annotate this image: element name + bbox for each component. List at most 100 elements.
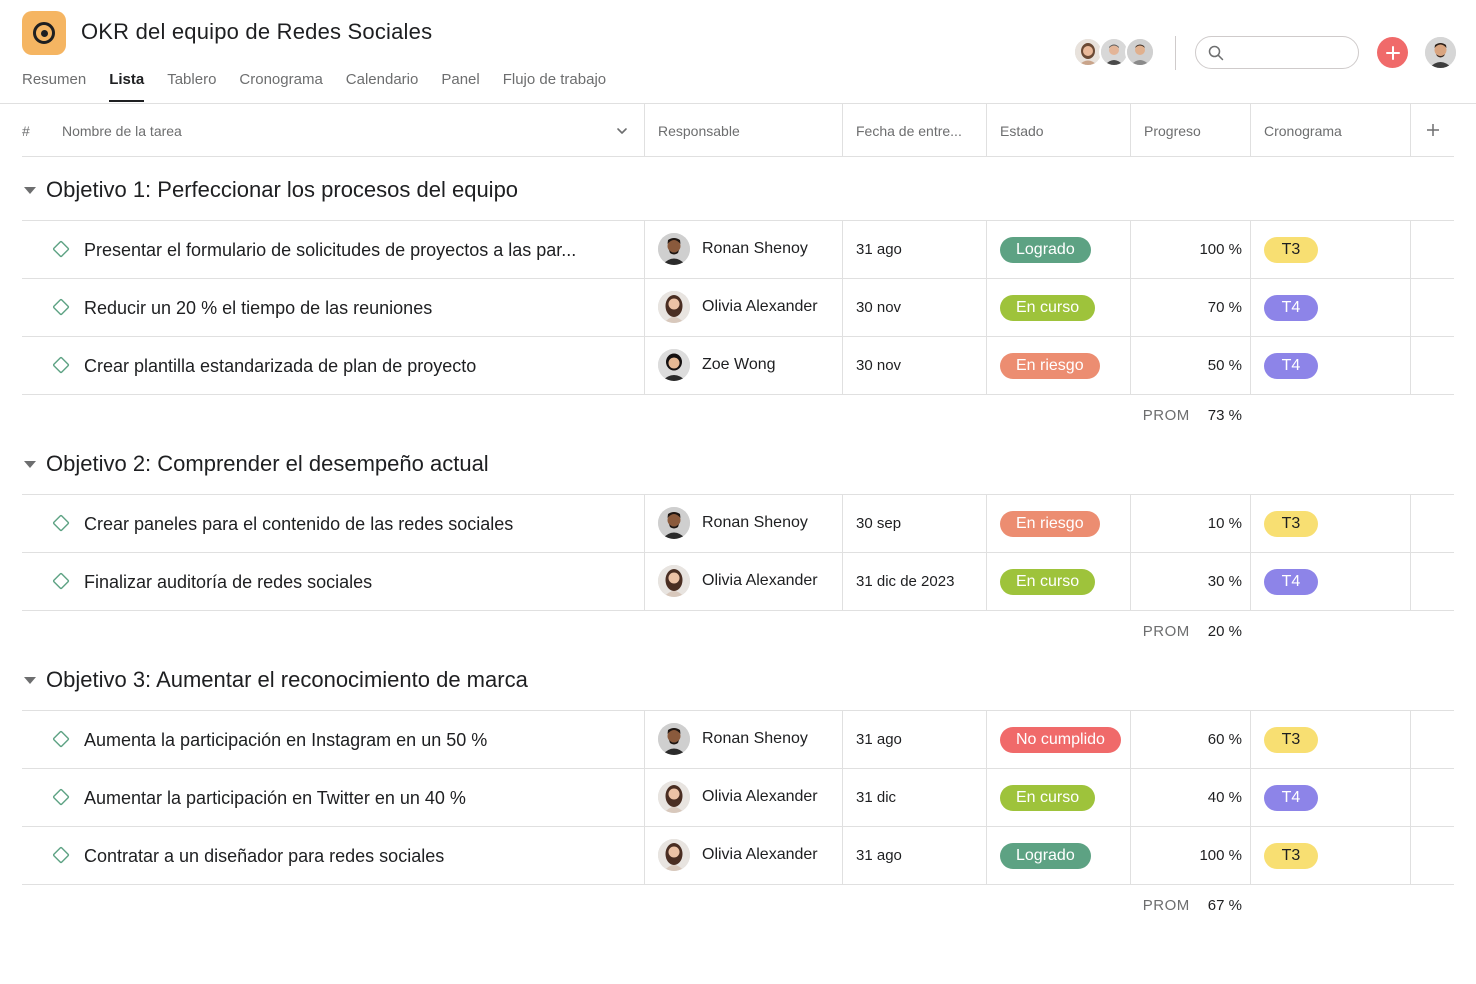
quarter-badge[interactable]: T3 [1264, 237, 1318, 263]
tab-lista[interactable]: Lista [109, 71, 145, 103]
task-row[interactable]: Presentar el formulario de solicitudes d… [22, 221, 1454, 279]
progress-value[interactable]: 10 % [1208, 495, 1242, 551]
average-value: 67 % [1207, 896, 1242, 914]
project-members[interactable] [1073, 37, 1155, 67]
caret-down-icon[interactable] [24, 676, 36, 684]
section-average: PROM 20 % [22, 611, 1242, 651]
target-icon[interactable] [22, 11, 66, 55]
progress-value[interactable]: 50 % [1208, 337, 1242, 393]
due-date[interactable]: 30 nov [856, 279, 901, 335]
status-badge[interactable]: Logrado [1000, 237, 1091, 263]
column-progress[interactable]: Progreso [1144, 104, 1201, 157]
column-timeline[interactable]: Cronograma [1264, 104, 1342, 157]
milestone-diamond-icon[interactable] [52, 730, 70, 748]
due-date[interactable]: 31 dic [856, 769, 896, 825]
status-badge[interactable]: Logrado [1000, 843, 1091, 869]
progress-value[interactable]: 60 % [1208, 711, 1242, 767]
status-badge[interactable]: En curso [1000, 569, 1096, 595]
assignee-name[interactable]: Olivia Alexander [702, 827, 818, 883]
assignee-name[interactable]: Ronan Shenoy [702, 495, 808, 551]
task-row[interactable]: Aumenta la participación en Instagram en… [22, 711, 1454, 769]
assignee-name[interactable]: Olivia Alexander [702, 553, 818, 609]
column-status[interactable]: Estado [1000, 104, 1044, 157]
status-badge[interactable]: En riesgo [1000, 511, 1100, 537]
section-header[interactable]: Objetivo 1: Perfeccionar los procesos de… [22, 170, 518, 210]
column-due-date[interactable]: Fecha de entre... [856, 104, 962, 157]
assignee-name[interactable]: Olivia Alexander [702, 279, 818, 335]
section-header[interactable]: Objetivo 3: Aumentar el reconocimiento d… [22, 660, 528, 700]
average-value: 73 % [1207, 406, 1242, 424]
progress-value[interactable]: 100 % [1199, 221, 1242, 277]
add-column-icon[interactable] [1424, 121, 1442, 139]
milestone-diamond-icon[interactable] [52, 572, 70, 590]
assignee-name[interactable]: Ronan Shenoy [702, 711, 808, 767]
assignee-name[interactable]: Ronan Shenoy [702, 221, 808, 277]
task-row[interactable]: Crear plantilla estandarizada de plan de… [22, 337, 1454, 395]
progress-value[interactable]: 40 % [1208, 769, 1242, 825]
column-assignee[interactable]: Responsable [658, 104, 740, 157]
task-name[interactable]: Presentar el formulario de solicitudes d… [84, 221, 576, 279]
quarter-badge[interactable]: T4 [1264, 353, 1318, 379]
task-row[interactable]: Contratar a un diseñador para redes soci… [22, 827, 1454, 885]
tab-flujo-de-trabajo[interactable]: Flujo de trabajo [503, 71, 606, 103]
quarter-badge[interactable]: T3 [1264, 843, 1318, 869]
milestone-diamond-icon[interactable] [52, 240, 70, 258]
quarter-badge[interactable]: T4 [1264, 295, 1318, 321]
quarter-badge[interactable]: T3 [1264, 511, 1318, 537]
due-date[interactable]: 31 ago [856, 711, 902, 767]
project-header: OKR del equipo de Redes Sociales Resumen… [0, 0, 1476, 104]
status-badge[interactable]: En riesgo [1000, 353, 1100, 379]
task-name[interactable]: Contratar a un diseñador para redes soci… [84, 827, 444, 885]
section-header[interactable]: Objetivo 2: Comprender el desempeño actu… [22, 444, 489, 484]
task-row[interactable]: Finalizar auditoría de redes sociales Oli… [22, 553, 1454, 611]
search-icon [1208, 45, 1224, 61]
milestone-diamond-icon[interactable] [52, 514, 70, 532]
status-badge[interactable]: En curso [1000, 785, 1096, 811]
task-name[interactable]: Crear plantilla estandarizada de plan de… [84, 337, 476, 395]
due-date[interactable]: 30 nov [856, 337, 901, 393]
milestone-diamond-icon[interactable] [52, 356, 70, 374]
progress-value[interactable]: 70 % [1208, 279, 1242, 335]
task-name[interactable]: Finalizar auditoría de redes sociales [84, 553, 372, 611]
due-date[interactable]: 31 dic de 2023 [856, 553, 954, 609]
column-divider [1130, 221, 1131, 279]
assignee-name[interactable]: Olivia Alexander [702, 769, 818, 825]
quarter-badge[interactable]: T4 [1264, 569, 1318, 595]
due-date[interactable]: 31 ago [856, 221, 902, 277]
tab-cronograma[interactable]: Cronograma [239, 71, 322, 103]
milestone-diamond-icon[interactable] [52, 298, 70, 316]
task-name[interactable]: Crear paneles para el contenido de las r… [84, 495, 513, 553]
member-avatar[interactable] [1125, 37, 1155, 67]
tab-panel[interactable]: Panel [441, 71, 479, 103]
status-badge[interactable]: No cumplido [1000, 727, 1121, 753]
tab-tablero[interactable]: Tablero [167, 71, 216, 103]
column-divider [1410, 221, 1411, 279]
task-name[interactable]: Reducir un 20 % el tiempo de las reunion… [84, 279, 432, 337]
tab-resumen[interactable]: Resumen [22, 71, 86, 103]
quarter-badge[interactable]: T3 [1264, 727, 1318, 753]
user-avatar[interactable] [1425, 37, 1456, 68]
tab-calendario[interactable]: Calendario [346, 71, 419, 103]
chevron-down-icon[interactable] [616, 125, 628, 137]
search-input[interactable] [1195, 36, 1359, 69]
milestone-diamond-icon[interactable] [52, 846, 70, 864]
task-row[interactable]: Crear paneles para el contenido de las r… [22, 495, 1454, 553]
task-name[interactable]: Aumentar la participación en Twitter en … [84, 769, 466, 827]
column-task-name[interactable]: Nombre de la tarea [62, 104, 182, 157]
task-name[interactable]: Aumenta la participación en Instagram en… [84, 711, 487, 769]
due-date[interactable]: 30 sep [856, 495, 901, 551]
milestone-diamond-icon[interactable] [52, 788, 70, 806]
column-divider [842, 221, 843, 279]
caret-down-icon[interactable] [24, 460, 36, 468]
add-button[interactable] [1377, 37, 1408, 68]
caret-down-icon[interactable] [24, 186, 36, 194]
task-row[interactable]: Reducir un 20 % el tiempo de las reunion… [22, 279, 1454, 337]
column-divider [644, 827, 645, 885]
due-date[interactable]: 31 ago [856, 827, 902, 883]
progress-value[interactable]: 100 % [1199, 827, 1242, 883]
assignee-name[interactable]: Zoe Wong [702, 337, 776, 393]
progress-value[interactable]: 30 % [1208, 553, 1242, 609]
status-badge[interactable]: En curso [1000, 295, 1096, 321]
task-row[interactable]: Aumentar la participación en Twitter en … [22, 769, 1454, 827]
quarter-badge[interactable]: T4 [1264, 785, 1318, 811]
